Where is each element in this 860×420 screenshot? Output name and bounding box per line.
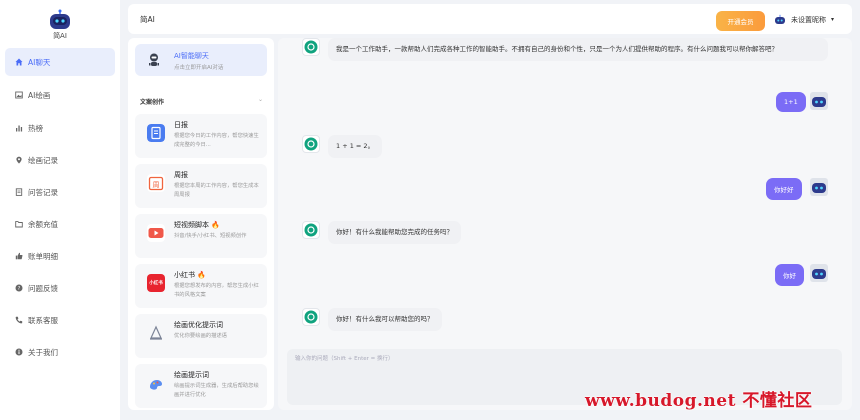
user-message: 你好好: [766, 178, 802, 200]
bot-message: 你好！有什么我能帮助您完成的任务吗？: [328, 221, 461, 244]
app-card-drawing-prompt[interactable]: 绘画提示词 绘画提示词生成器，生成后帮助您绘画并进行优化: [135, 364, 267, 408]
user-avatar-icon[interactable]: [774, 14, 786, 26]
user-avatar: [810, 178, 828, 196]
watermark: www.budog.net 不懂社区: [585, 391, 813, 411]
sidebar-item-about[interactable]: 关于我们: [5, 338, 115, 366]
app-title: 周报: [174, 171, 188, 179]
drafting-icon: [147, 324, 165, 342]
bot-avatar: [302, 38, 320, 56]
sidebar-item-ai-drawing[interactable]: AI绘画: [5, 81, 115, 109]
video-icon: [147, 224, 165, 242]
svg-text:?: ?: [18, 286, 21, 292]
page-title: 简AI: [140, 15, 155, 24]
info-icon: [15, 348, 23, 356]
home-icon: [15, 58, 23, 66]
sidebar: 简AI AI聊天 AI绘画 热榜 绘画记录 问答记录 余额充值 账单明细 ? 问…: [0, 0, 120, 420]
user-message: 你好: [775, 264, 804, 286]
sidebar-item-ai-chat[interactable]: AI聊天: [5, 48, 115, 76]
bar-chart-icon: [15, 124, 23, 132]
app-description: 绘画提示词生成器，生成后帮助您绘画并进行优化: [174, 383, 259, 398]
openai-icon: [304, 310, 318, 324]
chevron-down-icon[interactable]: ▾: [831, 16, 834, 23]
app-title: 小红书 🔥: [174, 271, 206, 279]
category-label: 文案创作: [140, 99, 165, 106]
robot-avatar-icon: [812, 183, 826, 193]
bot-message: 你好！有什么我可以帮助您的吗？: [328, 308, 442, 331]
sidebar-item-label: 问答记录: [28, 187, 58, 197]
openai-icon: [304, 40, 318, 54]
sidebar-item-feedback[interactable]: ? 问题反馈: [5, 274, 115, 302]
bot-avatar: [302, 308, 320, 326]
pin-icon: [15, 156, 23, 164]
openai-icon: [304, 223, 318, 237]
app-card-xiaohongshu[interactable]: 小红书 小红书 🔥 根据您想发布的内容，帮您生成小红书的风格文案: [135, 264, 267, 308]
vip-button[interactable]: 开通会员: [716, 11, 765, 31]
robot-avatar-icon: [812, 97, 826, 107]
app-card-daily-report[interactable]: 日报 根据您今日的工作内容，帮您快速生成完整的今日...: [135, 114, 267, 158]
app-card-drawing-optimize[interactable]: 绘画优化提示词 优化你要绘画的描述语: [135, 314, 267, 358]
sidebar-item-drawing-records[interactable]: 绘画记录: [5, 146, 115, 174]
sidebar-item-hot-list[interactable]: 热榜: [5, 114, 115, 142]
thumb-icon: [15, 252, 23, 260]
report-icon: [147, 124, 165, 142]
chat-entry-title: AI智能聊天: [174, 52, 209, 60]
sidebar-item-recharge[interactable]: 余额充值: [5, 210, 115, 238]
top-bar: 简AI 开通会员 未设置昵称 ▾: [128, 4, 852, 34]
app-description: 抖音/快手/小红书、短视频创作: [174, 233, 247, 239]
sidebar-item-label: 热榜: [28, 123, 43, 133]
bot-avatar: [302, 221, 320, 239]
folder-icon: [15, 220, 23, 228]
sidebar-item-label: 问题反馈: [28, 283, 58, 293]
sidebar-item-label: AI绘画: [28, 90, 51, 100]
app-title: 短视频脚本 🔥: [174, 221, 220, 229]
chat-entry-subtitle: 点击立即开启AI对话: [174, 65, 224, 71]
sidebar-item-qa-records[interactable]: 问答记录: [5, 178, 115, 206]
user-avatar: [810, 264, 828, 282]
app-title: 绘画提示词: [174, 371, 209, 379]
chevron-down-icon[interactable]: ⌄: [258, 96, 263, 103]
app-description: 根据您想发布的内容，帮您生成小红书的风格文案: [174, 283, 259, 298]
xiaohongshu-icon: 小红书: [147, 274, 165, 292]
phone-icon: [15, 316, 23, 324]
robot-avatar-icon: [812, 269, 826, 279]
user-message: 1+1: [776, 92, 806, 112]
calendar-icon: 周: [147, 174, 165, 192]
app-title: 日报: [174, 121, 188, 129]
help-icon: ?: [15, 284, 23, 292]
app-description: 根据您今日的工作内容，帮您快速生成完整的今日...: [174, 133, 259, 148]
bot-message: 1 + 1 = 2。: [328, 135, 383, 158]
chat-area: 我是一个工作助手，一款帮助人们完成各种工作的智能助手。不拥有自己的身份和个性，只…: [278, 38, 852, 410]
app-list-panel: AI智能聊天 点击立即开启AI对话 文案创作 ⌄ 日报 根据您今日的工作内容，帮…: [128, 38, 274, 410]
paint-icon: [147, 374, 165, 392]
app-card-weekly-report[interactable]: 周 周报 根据您本周的工作内容，帮您生成本周周报: [135, 164, 267, 208]
logo-text: 简AI: [53, 32, 67, 40]
sidebar-item-label: 绘画记录: [28, 155, 58, 165]
sidebar-item-label: AI聊天: [28, 57, 51, 67]
app-description: 根据您本周的工作内容，帮您生成本周周报: [174, 183, 259, 198]
sidebar-item-label: 联系客服: [28, 315, 58, 325]
svg-text:周: 周: [153, 181, 160, 189]
app-card-video-script[interactable]: 短视频脚本 🔥 抖音/快手/小红书、短视频创作: [135, 214, 267, 258]
user-name[interactable]: 未设置昵称: [791, 15, 826, 25]
app-title: 绘画优化提示词: [174, 321, 223, 329]
ai-chat-entry[interactable]: AI智能聊天 点击立即开启AI对话: [135, 44, 267, 76]
robot-icon: [149, 53, 159, 66]
sidebar-item-support[interactable]: 联系客服: [5, 306, 115, 334]
document-icon: [15, 188, 23, 196]
bot-avatar: [302, 135, 320, 153]
openai-icon: [304, 137, 318, 151]
sidebar-item-label: 账单明细: [28, 251, 58, 261]
sidebar-item-bills[interactable]: 账单明细: [5, 242, 115, 270]
sidebar-item-label: 关于我们: [28, 347, 58, 357]
user-avatar: [810, 92, 828, 110]
sidebar-item-label: 余额充值: [28, 219, 58, 229]
image-icon: [15, 91, 23, 99]
bot-message: 我是一个工作助手，一款帮助人们完成各种工作的智能助手。不拥有自己的身份和个性，只…: [328, 38, 828, 61]
app-description: 优化你要绘画的描述语: [174, 333, 227, 339]
